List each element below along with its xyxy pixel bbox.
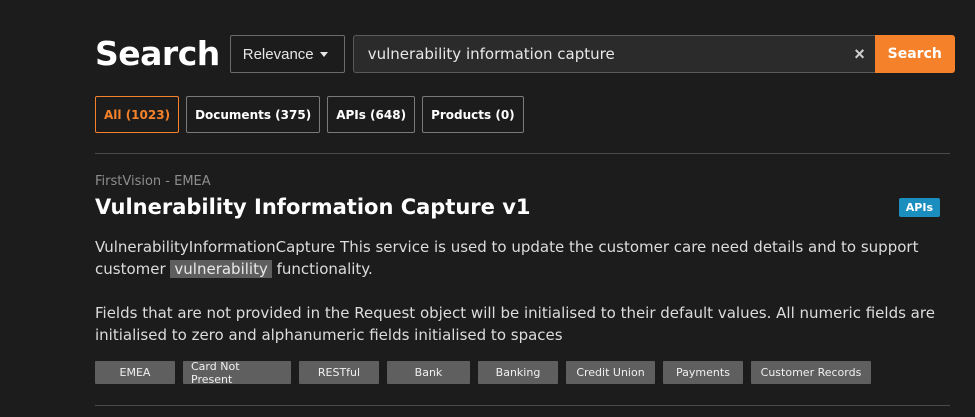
search-input[interactable] (353, 36, 824, 72)
search-button[interactable]: Search (874, 35, 955, 73)
type-badge: APIs (898, 197, 940, 217)
tag-card-not-present[interactable]: Card Not Present (183, 360, 291, 386)
sort-dropdown-label: Relevance (242, 45, 314, 63)
chevron-down-icon (319, 51, 328, 57)
divider (95, 405, 950, 406)
result-title-row: Vulnerability Information Capture v1 API… (95, 195, 950, 219)
search-header: Search Relevance × Search (95, 34, 955, 74)
result-source: FirstVision - EMEA (95, 174, 211, 189)
tab-all[interactable]: All (1023) (95, 96, 180, 133)
search-result: FirstVision - EMEA Vulnerability Informa… (95, 174, 950, 346)
result-description-fields: Fields that are not provided in the Requ… (95, 304, 935, 344)
search-term-highlight: vulnerability (170, 260, 272, 278)
tag-emea[interactable]: EMEA (95, 361, 175, 384)
tab-apis[interactable]: APIs (648) (327, 96, 416, 133)
close-icon[interactable]: × (854, 44, 865, 64)
sort-dropdown[interactable]: Relevance (229, 35, 345, 73)
tab-documents[interactable]: Documents (375) (186, 96, 321, 133)
tag-list: EMEA Card Not Present RESTful Bank Banki… (95, 360, 879, 386)
page-title: Search (95, 34, 220, 73)
filter-tabs: All (1023) Documents (375) APIs (648) Pr… (95, 96, 531, 133)
divider (95, 153, 950, 154)
tag-restful[interactable]: RESTful (299, 361, 379, 384)
tag-banking[interactable]: Banking (478, 361, 558, 384)
tab-products[interactable]: Products (0) (422, 96, 524, 133)
result-title-link[interactable]: Vulnerability Information Capture v1 (95, 195, 531, 219)
tag-customer-records[interactable]: Customer Records (751, 361, 871, 384)
result-description: VulnerabilityInformationCapture This ser… (95, 236, 950, 280)
result-description-text-end: functionality. (271, 260, 373, 278)
tag-bank[interactable]: Bank (387, 361, 470, 384)
search-box: × (352, 35, 875, 73)
tag-payments[interactable]: Payments (663, 361, 743, 384)
tag-credit-union[interactable]: Credit Union (566, 361, 655, 384)
search-page: Search Relevance × Search All (1023) Doc… (0, 0, 975, 417)
